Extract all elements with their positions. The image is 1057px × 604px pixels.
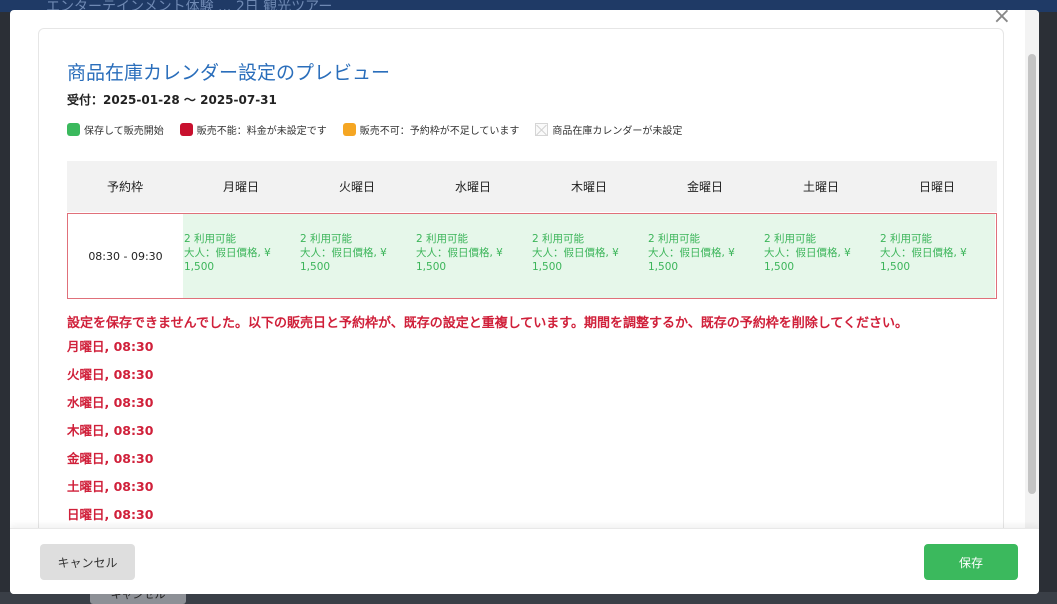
- preview-modal: × 商品在庫カレンダー設定のプレビュー 受付：2025-01-28 〜 2025…: [10, 10, 1039, 594]
- table-row: 08:30 - 09:30 2 利用可能 大人：假日價格, ¥ 1,500 2 …: [67, 213, 997, 299]
- day-cell-thursday: 2 利用可能 大人：假日價格, ¥ 1,500: [531, 214, 647, 298]
- error-message: 設定を保存できませんでした。以下の販売日と予約枠が、既存の設定と重複しています。…: [67, 316, 908, 331]
- header-tuesday: 火曜日: [338, 180, 375, 194]
- price-value: 1,500: [184, 261, 215, 273]
- price-label: 大人：假日價格, ¥: [416, 247, 503, 259]
- day-cell-monday: 2 利用可能 大人：假日價格, ¥ 1,500: [183, 214, 299, 298]
- scrollbar-thumb[interactable]: [1028, 54, 1036, 494]
- price-value: 1,500: [532, 261, 563, 273]
- legend-item-on-sale: 保存して販売開始: [67, 122, 164, 137]
- price-label: 大人：假日價格, ¥: [648, 247, 735, 259]
- legend-item-not-set: 商品在庫カレンダーが未設定: [535, 122, 682, 137]
- calendar-table-header: 予約枠 月曜日 火曜日 水曜日 木曜日 金曜日 土曜日 日曜日: [67, 161, 997, 212]
- modal-scroll-area[interactable]: × 商品在庫カレンダー設定のプレビュー 受付：2025-01-28 〜 2025…: [10, 10, 1039, 528]
- legend-label: 保存して販売開始: [84, 125, 164, 137]
- header-monday: 月曜日: [222, 180, 259, 194]
- list-item: 水曜日, 08:30: [67, 395, 154, 410]
- red-square-icon: [179, 122, 193, 136]
- availability-text: 2 利用可能: [184, 233, 237, 245]
- list-item: 木曜日, 08:30: [67, 423, 154, 438]
- availability-text: 2 利用可能: [648, 233, 701, 245]
- price-value: 1,500: [416, 261, 447, 273]
- scrollbar[interactable]: [1025, 10, 1039, 528]
- header-sunday: 日曜日: [918, 180, 955, 194]
- day-cell-saturday: 2 利用可能 大人：假日價格, ¥ 1,500: [763, 214, 879, 298]
- price-value: 1,500: [880, 261, 911, 273]
- save-button[interactable]: 保存: [924, 544, 1018, 580]
- availability-text: 2 利用可能: [880, 233, 933, 245]
- price-label: 大人：假日價格, ¥: [184, 247, 271, 259]
- crossed-square-icon: [535, 122, 549, 136]
- legend-label: 販売不能：料金が未設定です: [196, 125, 327, 137]
- status-legend: 保存して販売開始 販売不能：料金が未設定です 販売不可：予約枠が不足しています …: [67, 121, 698, 137]
- close-icon[interactable]: ×: [993, 10, 1011, 28]
- header-friday: 金曜日: [686, 180, 723, 194]
- orange-square-icon: [342, 122, 356, 136]
- day-cell-tuesday: 2 利用可能 大人：假日價格, ¥ 1,500: [299, 214, 415, 298]
- availability-text: 2 利用可能: [300, 233, 353, 245]
- day-cell-friday: 2 利用可能 大人：假日價格, ¥ 1,500: [647, 214, 763, 298]
- modal-footer: キャンセル 保存: [10, 528, 1039, 594]
- day-cell-wednesday: 2 利用可能 大人：假日價格, ¥ 1,500: [415, 214, 531, 298]
- price-label: 大人：假日價格, ¥: [532, 247, 619, 259]
- header-saturday: 土曜日: [802, 180, 839, 194]
- slot-time: 08:30 - 09:30: [68, 214, 183, 298]
- green-square-icon: [67, 122, 80, 136]
- list-item: 月曜日, 08:30: [67, 339, 154, 354]
- header-thursday: 木曜日: [570, 180, 607, 194]
- legend-label: 商品在庫カレンダーが未設定: [552, 125, 683, 137]
- price-label: 大人：假日價格, ¥: [764, 247, 851, 259]
- list-item: 火曜日, 08:30: [67, 367, 154, 382]
- day-cell-sunday: 2 利用可能 大人：假日價格, ¥ 1,500: [879, 214, 995, 298]
- header-wednesday: 水曜日: [454, 180, 491, 194]
- reception-period: 受付：2025-01-28 〜 2025-07-31: [67, 93, 277, 107]
- price-value: 1,500: [300, 261, 331, 273]
- availability-text: 2 利用可能: [416, 233, 469, 245]
- price-label: 大人：假日價格, ¥: [880, 247, 967, 259]
- legend-label: 販売不可：予約枠が不足しています: [359, 125, 520, 137]
- legend-item-no-price: 販売不能：料金が未設定です: [179, 122, 327, 137]
- conflict-list: 月曜日, 08:30 火曜日, 08:30 水曜日, 08:30 木曜日, 08…: [67, 338, 153, 528]
- availability-text: 2 利用可能: [764, 233, 817, 245]
- header-slot: 予約枠: [106, 180, 143, 194]
- legend-item-insufficient-slots: 販売不可：予約枠が不足しています: [342, 122, 520, 137]
- price-label: 大人：假日價格, ¥: [300, 247, 387, 259]
- list-item: 日曜日, 08:30: [67, 507, 154, 522]
- availability-text: 2 利用可能: [532, 233, 585, 245]
- cancel-button[interactable]: キャンセル: [40, 544, 135, 580]
- list-item: 土曜日, 08:30: [67, 479, 154, 494]
- price-value: 1,500: [764, 261, 795, 273]
- modal-title: 商品在庫カレンダー設定のプレビュー: [67, 62, 391, 84]
- list-item: 金曜日, 08:30: [67, 451, 154, 466]
- price-value: 1,500: [648, 261, 679, 273]
